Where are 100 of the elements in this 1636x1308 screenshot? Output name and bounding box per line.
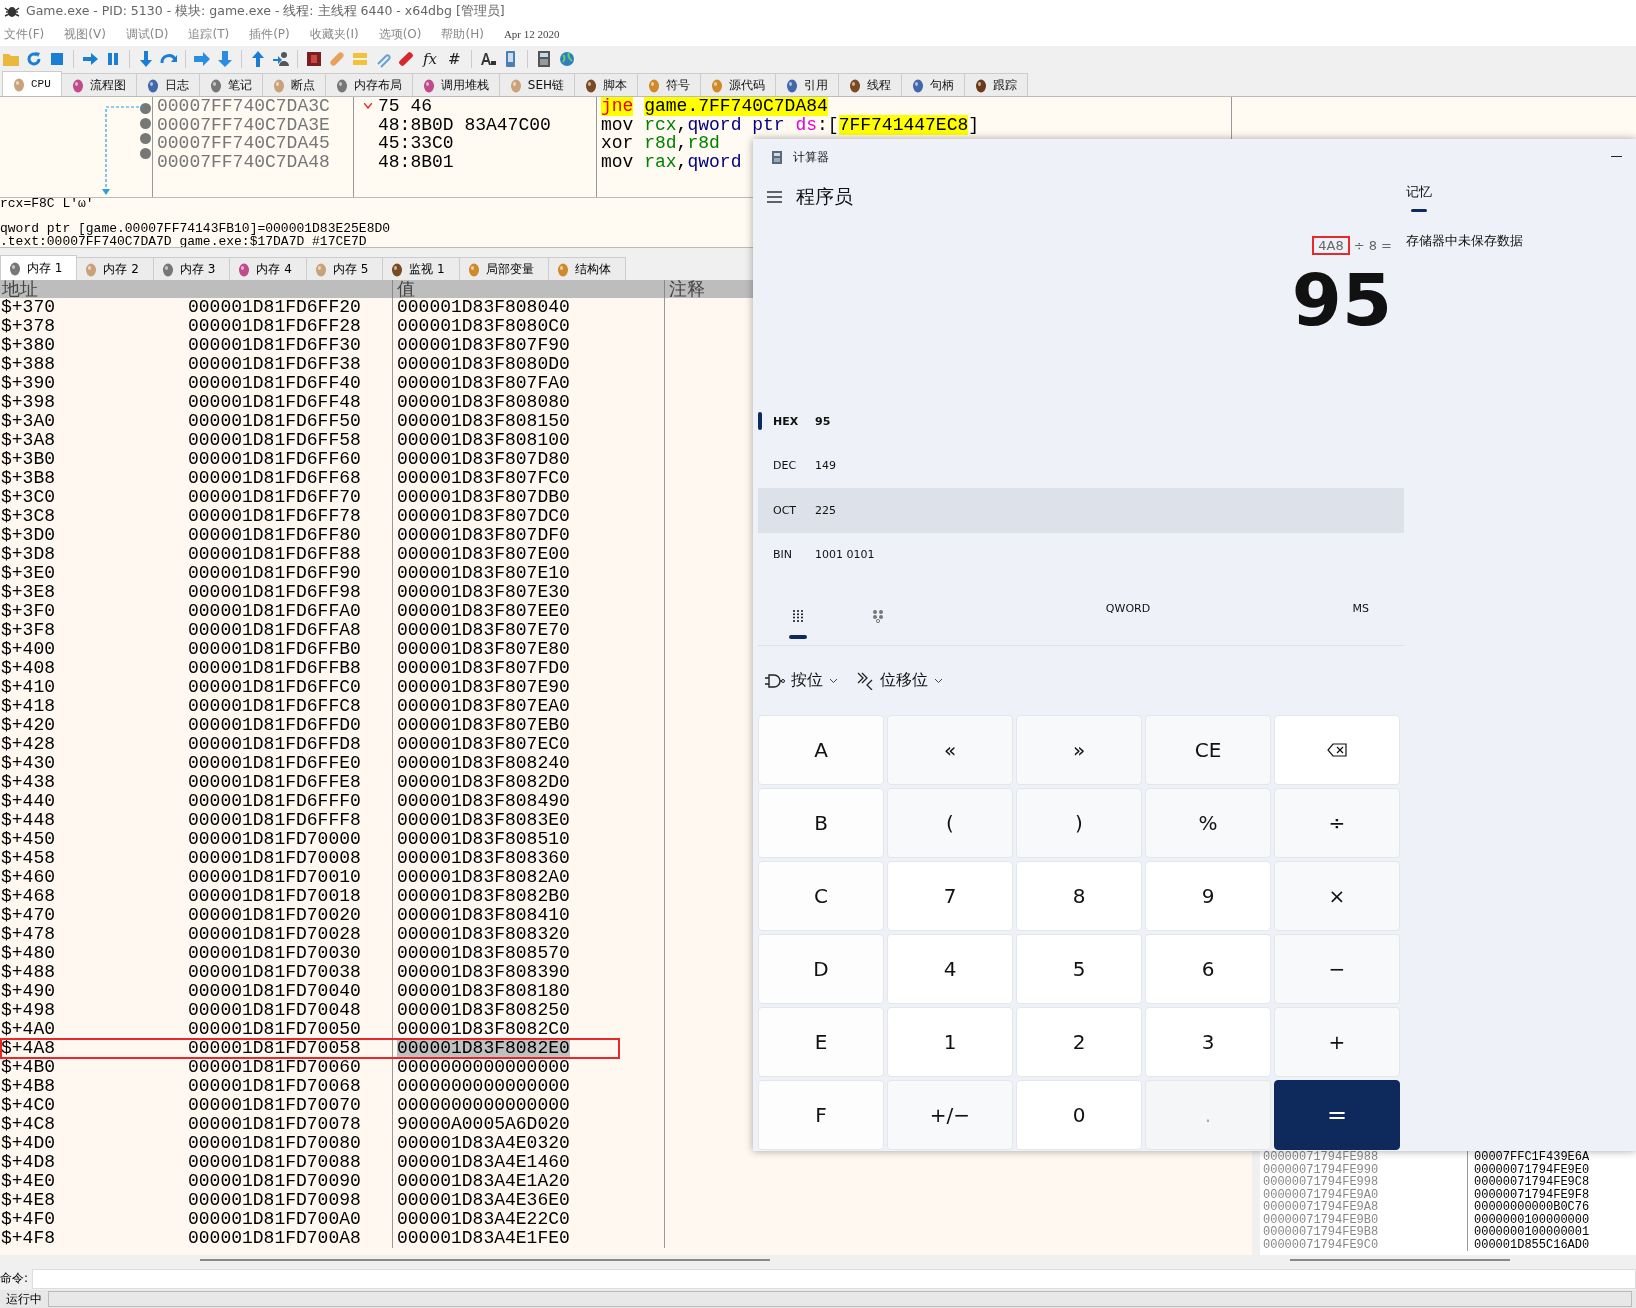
arrow-right-icon[interactable] [193,50,211,68]
menu-item[interactable]: 插件(P) [249,25,290,43]
value-cell[interactable]: 90000A0005A6D020 [397,1114,570,1134]
value-cell[interactable]: 000001D83F8080C0 [397,316,570,336]
key[interactable]: 1 [887,1007,1013,1077]
memory-tab[interactable]: 记忆 [1406,183,1432,201]
key[interactable]: B [758,788,884,858]
key[interactable]: ÷ [1274,788,1400,858]
key[interactable]: ( [887,788,1013,858]
value-cell[interactable]: 000001D83F807EC0 [397,734,570,754]
value-cell[interactable]: 000001D83F807DF0 [397,525,570,545]
value-cell[interactable]: 000001D83F807EE0 [397,601,570,621]
value-cell[interactable]: 000001D83F808250 [397,1000,570,1020]
tab[interactable]: 调用堆栈 [411,73,500,96]
menu-item[interactable]: 选项(O) [378,25,422,43]
tab[interactable]: 源代码 [700,73,777,96]
value-cell[interactable]: 000001D83F808570 [397,943,570,963]
tab[interactable]: 线程 [838,73,903,96]
radix-row[interactable]: OCT 225 [758,488,1404,533]
value-cell[interactable]: 000001D83F808150 [397,411,570,431]
tab[interactable]: 符号 [637,73,702,96]
value-cell[interactable]: 000001D83A4E1A20 [397,1171,570,1191]
scrollbar-thumb[interactable] [200,1259,770,1261]
value-cell[interactable]: 000001D83F8082D0 [397,772,570,792]
value-cell[interactable]: 0000000000000000 [397,1076,570,1096]
value-cell[interactable]: 000001D83F8082E0 [397,1038,570,1058]
value-cell[interactable]: 000001D83F807FA0 [397,373,570,393]
value-cell[interactable]: 000001D83F807D80 [397,449,570,469]
key[interactable]: 7 [887,861,1013,931]
memory-store-button[interactable]: MS [1352,601,1369,615]
radix-row[interactable]: DEC 149 [758,443,1404,488]
tab[interactable]: 结构体 [547,257,626,280]
key[interactable]: + [1274,1007,1400,1077]
value-cell[interactable]: 000001D83A4E0320 [397,1133,570,1153]
tab[interactable]: 局部变量 [458,257,549,280]
key[interactable]: » [1016,715,1142,785]
key[interactable]: « [887,715,1013,785]
tab[interactable]: 日志 [135,73,200,96]
arrow-right-icon[interactable] [81,50,99,68]
arrow-down-icon[interactable] [216,50,234,68]
tab[interactable]: 内存 4 [229,257,307,280]
value-cell[interactable]: 000001D83F8082C0 [397,1019,570,1039]
value-cell[interactable]: 000001D83A4E1460 [397,1152,570,1172]
key[interactable]: 8 [1016,861,1142,931]
breakpoint-dot[interactable] [140,117,151,129]
font-icon[interactable] [478,50,497,68]
tab[interactable]: 句柄 [901,73,966,96]
key[interactable]: 0 [1016,1080,1142,1150]
tab[interactable]: 监视 1 [382,257,460,280]
value-cell[interactable]: 000001D83F8082B0 [397,886,570,906]
tab[interactable]: 断点 [261,73,326,96]
key[interactable]: CE [1145,715,1271,785]
value-cell[interactable]: 000001D83F807EB0 [397,715,570,735]
value-cell[interactable]: 000001D83F807FD0 [397,658,570,678]
toolbar-button[interactable]: # [445,50,464,68]
value-cell[interactable]: 000001D83F8080D0 [397,354,570,374]
key[interactable]: 3 [1145,1007,1271,1077]
menu-item[interactable]: 视图(V) [64,25,106,43]
value-cell[interactable]: 000001D83F807E30 [397,582,570,602]
value-cell[interactable]: 000001D83F807E90 [397,677,570,697]
radix-row[interactable]: HEX 95 [758,399,1404,444]
value-cell[interactable]: 000001D83A4E22C0 [397,1209,570,1229]
column-header[interactable]: 注释 [669,280,705,298]
globe-icon[interactable] [557,50,576,68]
value-cell[interactable]: 0000000000000000 [397,1057,570,1077]
value-cell[interactable]: 0000000000000000 [397,1095,570,1115]
value-cell[interactable]: 000001D83F808410 [397,905,570,925]
tab[interactable]: 内存 5 [305,257,384,280]
value-cell[interactable]: 000001D83A4E1FE0 [397,1228,570,1248]
key[interactable]: A [758,715,884,785]
key[interactable]: 9 [1145,861,1271,931]
value-cell[interactable]: 000001D83F808180 [397,981,570,1001]
key[interactable]: D [758,934,884,1004]
person-arrow-icon[interactable] [272,50,290,68]
restart-icon[interactable] [25,50,43,68]
value-cell[interactable]: 000001D83F807E70 [397,620,570,640]
toolbar-button[interactable]: fx [420,50,440,68]
key[interactable]: − [1274,934,1400,1004]
breakpoint-dot[interactable] [140,147,151,159]
value-cell[interactable]: 000001D83F808040 [397,298,570,317]
arrow-down-icon[interactable] [137,50,155,68]
value-cell[interactable]: 000001D83F807EA0 [397,696,570,716]
value-cell[interactable]: 000001D83F807FC0 [397,468,570,488]
value-cell[interactable]: 000001D83F808390 [397,962,570,982]
value-cell[interactable]: 000001D83F807DB0 [397,487,570,507]
value-cell[interactable]: 000001D83F808100 [397,430,570,450]
menu-item[interactable]: 调试(D) [125,25,169,43]
word-size-button[interactable]: QWORD [1068,601,1188,615]
value-cell[interactable]: 000001D83F808490 [397,791,570,811]
minimize-icon[interactable] [1611,156,1622,158]
value-cell[interactable]: 000001D83F808510 [397,829,570,849]
value-cell[interactable]: 000001D83A4E36E0 [397,1190,570,1210]
key[interactable]: = [1274,1080,1400,1150]
key[interactable]: C [758,861,884,931]
breakpoint-dot[interactable] [140,102,151,114]
value-cell[interactable]: 000001D83F807E00 [397,544,570,564]
menu-icon[interactable] [767,191,782,203]
key[interactable]: F [758,1080,884,1150]
tab[interactable]: 引用 [775,73,840,96]
column-header[interactable]: 值 [397,280,415,298]
